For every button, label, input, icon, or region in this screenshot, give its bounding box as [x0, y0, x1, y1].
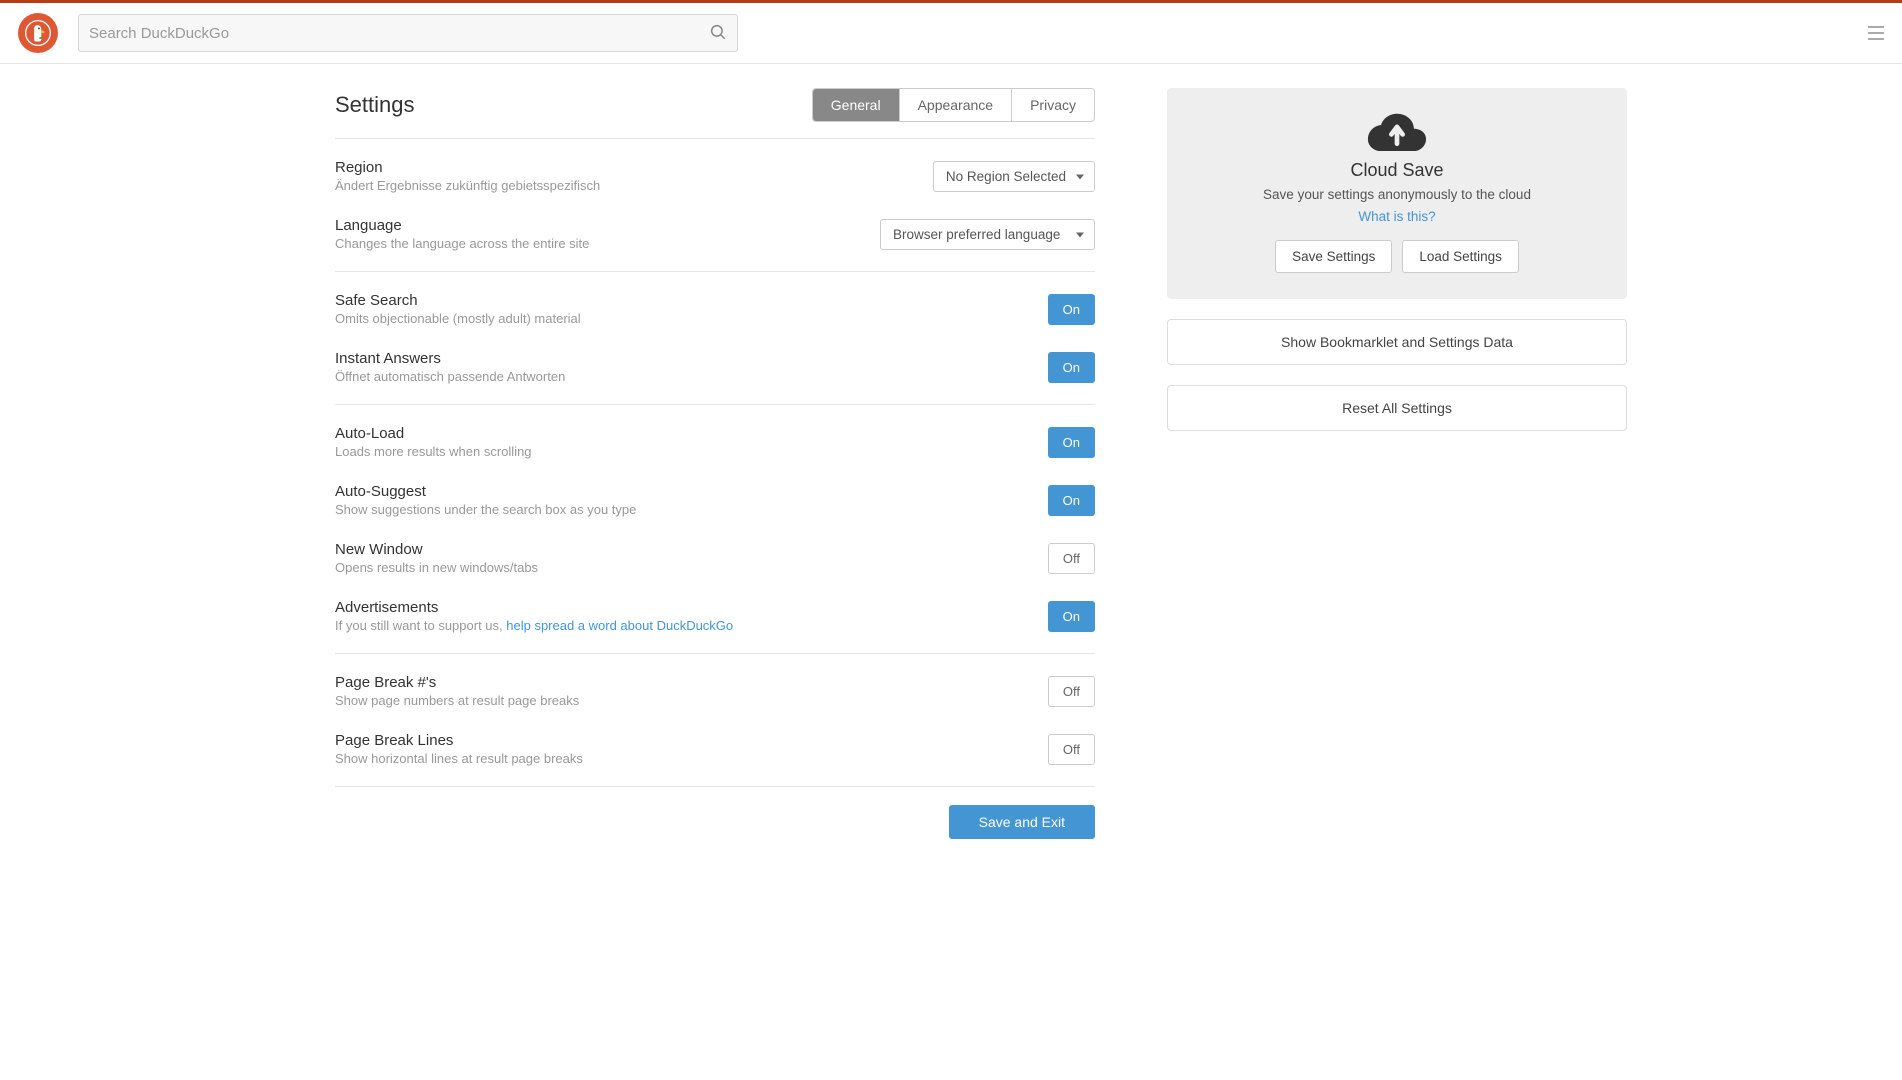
ads-desc: If you still want to support us, help sp… — [335, 618, 1028, 633]
row-auto-load: Auto-Load Loads more results when scroll… — [335, 413, 1095, 471]
duck-logo-icon — [25, 20, 51, 46]
ads-label: Advertisements — [335, 599, 1028, 616]
new-window-desc: Opens results in new windows/tabs — [335, 560, 1028, 575]
search-icon[interactable] — [709, 23, 727, 44]
show-bookmarklet-button[interactable]: Show Bookmarklet and Settings Data — [1167, 319, 1627, 365]
header — [0, 3, 1902, 64]
page-title: Settings — [335, 92, 415, 118]
region-select[interactable]: No Region Selected — [933, 161, 1095, 192]
instant-answers-desc: Öffnet automatisch passende Antworten — [335, 369, 1028, 384]
save-and-exit-button[interactable]: Save and Exit — [949, 805, 1095, 839]
language-label: Language — [335, 217, 860, 234]
region-desc: Ändert Ergebnisse zukünftig gebietsspezi… — [335, 178, 913, 193]
region-label: Region — [335, 159, 913, 176]
auto-suggest-desc: Show suggestions under the search box as… — [335, 502, 1028, 517]
row-safe-search: Safe Search Omits objectionable (mostly … — [335, 280, 1095, 338]
tab-appearance[interactable]: Appearance — [899, 89, 1012, 121]
search-bar[interactable] — [78, 14, 738, 52]
ads-toggle[interactable]: On — [1048, 601, 1095, 632]
page-break-lines-desc: Show horizontal lines at result page bre… — [335, 751, 1028, 766]
page-break-nums-desc: Show page numbers at result page breaks — [335, 693, 1028, 708]
page-break-nums-toggle[interactable]: Off — [1048, 676, 1095, 707]
row-auto-suggest: Auto-Suggest Show suggestions under the … — [335, 471, 1095, 529]
instant-answers-toggle[interactable]: On — [1048, 352, 1095, 383]
auto-suggest-label: Auto-Suggest — [335, 483, 1028, 500]
cloud-title: Cloud Save — [1187, 160, 1607, 181]
auto-suggest-toggle[interactable]: On — [1048, 485, 1095, 516]
page-break-lines-toggle[interactable]: Off — [1048, 734, 1095, 765]
row-instant-answers: Instant Answers Öffnet automatisch passe… — [335, 338, 1095, 396]
cloud-desc: Save your settings anonymously to the cl… — [1187, 187, 1607, 202]
reset-all-settings-button[interactable]: Reset All Settings — [1167, 385, 1627, 431]
auto-load-desc: Loads more results when scrolling — [335, 444, 1028, 459]
search-input[interactable] — [89, 25, 709, 42]
page-break-nums-label: Page Break #'s — [335, 674, 1028, 691]
auto-load-toggle[interactable]: On — [1048, 427, 1095, 458]
page-break-lines-label: Page Break Lines — [335, 732, 1028, 749]
settings-main: Settings General Appearance Privacy Regi… — [335, 88, 1095, 839]
cloud-save-box: Cloud Save Save your settings anonymousl… — [1167, 88, 1627, 299]
language-select[interactable]: Browser preferred language — [880, 219, 1095, 250]
auto-load-label: Auto-Load — [335, 425, 1028, 442]
safe-search-toggle[interactable]: On — [1048, 294, 1095, 325]
row-region: Region Ändert Ergebnisse zukünftig gebie… — [335, 147, 1095, 205]
language-select-value: Browser preferred language — [893, 227, 1060, 242]
safe-search-label: Safe Search — [335, 292, 1028, 309]
tab-general[interactable]: General — [813, 89, 899, 121]
new-window-label: New Window — [335, 541, 1028, 558]
ads-help-link[interactable]: help spread a word about DuckDuckGo — [506, 618, 733, 633]
title-row: Settings General Appearance Privacy — [335, 88, 1095, 139]
save-settings-button[interactable]: Save Settings — [1275, 240, 1392, 273]
save-row: Save and Exit — [335, 787, 1095, 839]
instant-answers-label: Instant Answers — [335, 350, 1028, 367]
new-window-toggle[interactable]: Off — [1048, 543, 1095, 574]
logo[interactable] — [18, 13, 58, 53]
row-new-window: New Window Opens results in new windows/… — [335, 529, 1095, 587]
row-page-break-lines: Page Break Lines Show horizontal lines a… — [335, 720, 1095, 778]
tab-privacy[interactable]: Privacy — [1011, 89, 1094, 121]
ads-desc-prefix: If you still want to support us, — [335, 618, 506, 633]
load-settings-button[interactable]: Load Settings — [1402, 240, 1519, 273]
row-advertisements: Advertisements If you still want to supp… — [335, 587, 1095, 645]
cloud-upload-icon — [1367, 110, 1427, 152]
cloud-what-is-this-link[interactable]: What is this? — [1358, 209, 1435, 224]
menu-icon[interactable] — [1868, 26, 1884, 40]
tabs: General Appearance Privacy — [812, 88, 1095, 122]
language-desc: Changes the language across the entire s… — [335, 236, 860, 251]
safe-search-desc: Omits objectionable (mostly adult) mater… — [335, 311, 1028, 326]
row-page-break-nums: Page Break #'s Show page numbers at resu… — [335, 662, 1095, 720]
row-language: Language Changes the language across the… — [335, 205, 1095, 263]
region-select-value: No Region Selected — [946, 169, 1066, 184]
sidebar: Cloud Save Save your settings anonymousl… — [1167, 88, 1627, 839]
